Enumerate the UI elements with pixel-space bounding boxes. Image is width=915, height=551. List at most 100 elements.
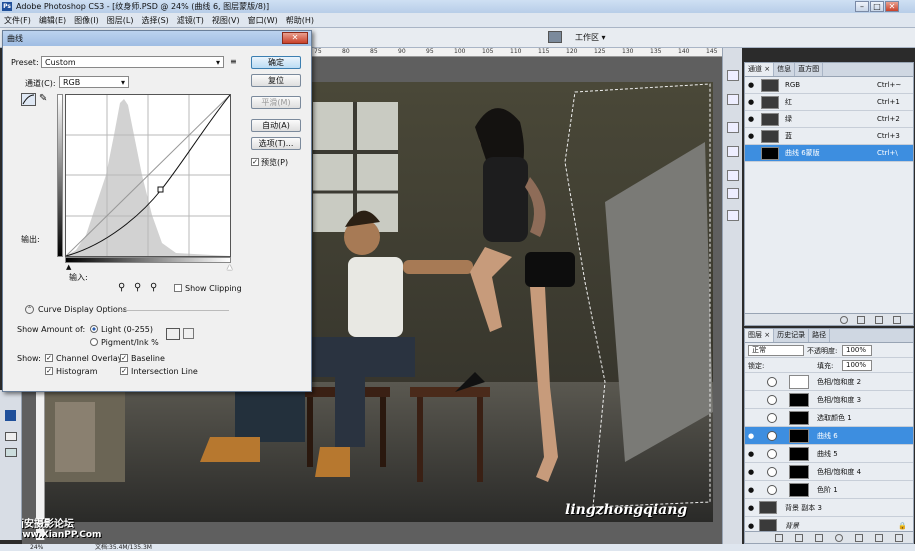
eye-icon[interactable]: ● [748, 98, 756, 106]
white-eyedropper-icon[interactable]: ⚲ [150, 282, 157, 293]
preset-select[interactable]: Custom ▾ [41, 56, 224, 68]
menu-item[interactable]: 帮助(H) [286, 16, 314, 25]
channel-row[interactable]: 曲线 6蒙版 Ctrl+\ [745, 145, 913, 162]
grid-10x10-icon[interactable] [183, 328, 194, 339]
load-selection-icon[interactable] [840, 316, 848, 324]
eye-icon[interactable]: ● [748, 115, 756, 123]
layer-style-icon[interactable] [795, 534, 803, 542]
channel-row[interactable]: ● RGB Ctrl+~ [745, 77, 913, 94]
layer-mask-thumbnail[interactable] [789, 393, 809, 407]
channel-row[interactable]: ● 蓝 Ctrl+3 [745, 128, 913, 145]
delete-layer-icon[interactable] [895, 534, 903, 542]
paragraph-icon[interactable] [727, 188, 739, 199]
layer-mask-thumbnail[interactable] [789, 411, 809, 425]
layers-tab[interactable]: 历史记录 [774, 329, 810, 342]
menu-item[interactable]: 编辑(E) [39, 16, 66, 25]
layer-row[interactable]: ● 背景 副本 3 [745, 499, 913, 517]
channels-tab[interactable]: 信息 [774, 63, 796, 76]
save-selection-icon[interactable] [857, 316, 865, 324]
layer-comps-icon[interactable] [727, 210, 739, 221]
channel-row[interactable]: ● 红 Ctrl+1 [745, 94, 913, 111]
layer-row[interactable]: ● 色相/饱和度 4 [745, 463, 913, 481]
menu-item[interactable]: 滤镜(T) [177, 16, 204, 25]
new-layer-icon[interactable] [875, 534, 883, 542]
layer-row[interactable]: ● 曲线 5 [745, 445, 913, 463]
black-point-slider-icon[interactable]: ▲ [66, 263, 71, 271]
layer-mask-thumbnail[interactable] [789, 447, 809, 461]
gray-eyedropper-icon[interactable]: ⚲ [134, 282, 141, 293]
bridge-icon[interactable] [548, 31, 562, 43]
eye-icon[interactable] [748, 378, 756, 386]
menu-item[interactable]: 图层(L) [107, 16, 134, 25]
channel-overlays-checkbox[interactable]: ✓ [45, 354, 53, 362]
eye-icon[interactable]: ● [748, 468, 756, 476]
eye-icon[interactable] [748, 149, 756, 157]
menu-item[interactable]: 文件(F) [4, 16, 31, 25]
channel-row[interactable]: ● 绿 Ctrl+2 [745, 111, 913, 128]
brushes-icon[interactable] [727, 122, 739, 133]
maximize-button[interactable]: □ [870, 1, 884, 12]
layer-row[interactable]: 选取颜色 1 [745, 409, 913, 427]
fill-input[interactable]: 100% [842, 360, 872, 371]
layer-row[interactable]: 色相/饱和度 3 [745, 391, 913, 409]
smooth-button[interactable]: 平滑(M) [251, 96, 301, 109]
blend-mode-select[interactable]: 正常 [748, 345, 804, 356]
link-layers-icon[interactable] [775, 534, 783, 542]
minimize-button[interactable]: – [855, 1, 869, 12]
layers-tab[interactable]: 路径 [809, 329, 831, 342]
eye-icon[interactable] [748, 414, 756, 422]
preview-checkbox[interactable]: ✓ [251, 158, 259, 166]
channels-tab[interactable]: 直方图 [795, 63, 824, 76]
new-channel-icon[interactable] [875, 316, 883, 324]
curve-point-tool-icon[interactable] [21, 93, 36, 106]
black-eyedropper-icon[interactable]: ⚲ [118, 282, 125, 293]
grid-4x4-icon[interactable] [166, 328, 180, 340]
layer-mask-thumbnail[interactable] [789, 429, 809, 443]
channel-select[interactable]: RGB ▾ [59, 76, 129, 88]
menu-item[interactable]: 图像(I) [74, 16, 99, 25]
layer-row[interactable]: 色相/饱和度 2 [745, 373, 913, 391]
layer-mask-thumbnail[interactable] [789, 465, 809, 479]
menu-item[interactable]: 视图(V) [212, 16, 240, 25]
eye-icon[interactable]: ● [748, 81, 756, 89]
layers-tab[interactable]: 图层 × [745, 329, 775, 342]
layer-row[interactable]: ● 曲线 6 [745, 427, 913, 445]
layer-mask-thumbnail[interactable] [789, 375, 809, 389]
pencil-tool-icon[interactable]: ✎ [39, 93, 47, 104]
eye-icon[interactable]: ● [748, 486, 756, 494]
white-point-slider-icon[interactable]: ▲ [227, 263, 232, 271]
new-group-icon[interactable] [855, 534, 863, 542]
delete-channel-icon[interactable] [893, 316, 901, 324]
quick-mask-icon[interactable] [5, 432, 17, 441]
eye-icon[interactable]: ● [748, 432, 756, 440]
screen-mode-icon[interactable] [5, 448, 17, 457]
histogram-checkbox[interactable]: ✓ [45, 367, 53, 375]
foreground-color-swatch[interactable] [5, 410, 16, 421]
eye-icon[interactable]: ● [748, 132, 756, 140]
eye-icon[interactable]: ● [748, 450, 756, 458]
curve-graph[interactable] [65, 94, 231, 257]
ok-button[interactable]: 确定 [251, 56, 301, 69]
light-radio[interactable] [90, 325, 98, 333]
curves-close-button[interactable]: ✕ [282, 32, 308, 44]
navigator-icon[interactable] [727, 70, 739, 81]
collapse-options-icon[interactable]: ⌃ [25, 305, 34, 314]
show-clipping-checkbox[interactable] [174, 284, 182, 292]
adjustment-layer-icon[interactable] [835, 534, 843, 542]
clone-source-icon[interactable] [727, 146, 739, 157]
eye-icon[interactable]: ● [748, 522, 756, 530]
preset-options-icon[interactable]: ≡ [230, 57, 237, 66]
auto-button[interactable]: 自动(A) [251, 119, 301, 132]
options-button[interactable]: 选项(T)... [251, 137, 301, 150]
character-icon[interactable] [727, 170, 739, 181]
layer-row[interactable]: ● 色阶 1 [745, 481, 913, 499]
layer-mask-thumbnail[interactable] [789, 483, 809, 497]
reset-button[interactable]: 复位 [251, 74, 301, 87]
tool-presets-icon[interactable] [727, 94, 739, 105]
channels-tab[interactable]: 通道 × [745, 63, 775, 76]
baseline-checkbox[interactable]: ✓ [120, 354, 128, 362]
workspace-menu[interactable]: 工作区 ▾ [575, 32, 606, 43]
add-mask-icon[interactable] [815, 534, 823, 542]
menu-item[interactable]: 选择(S) [141, 16, 168, 25]
curve-control-point[interactable] [157, 186, 164, 193]
